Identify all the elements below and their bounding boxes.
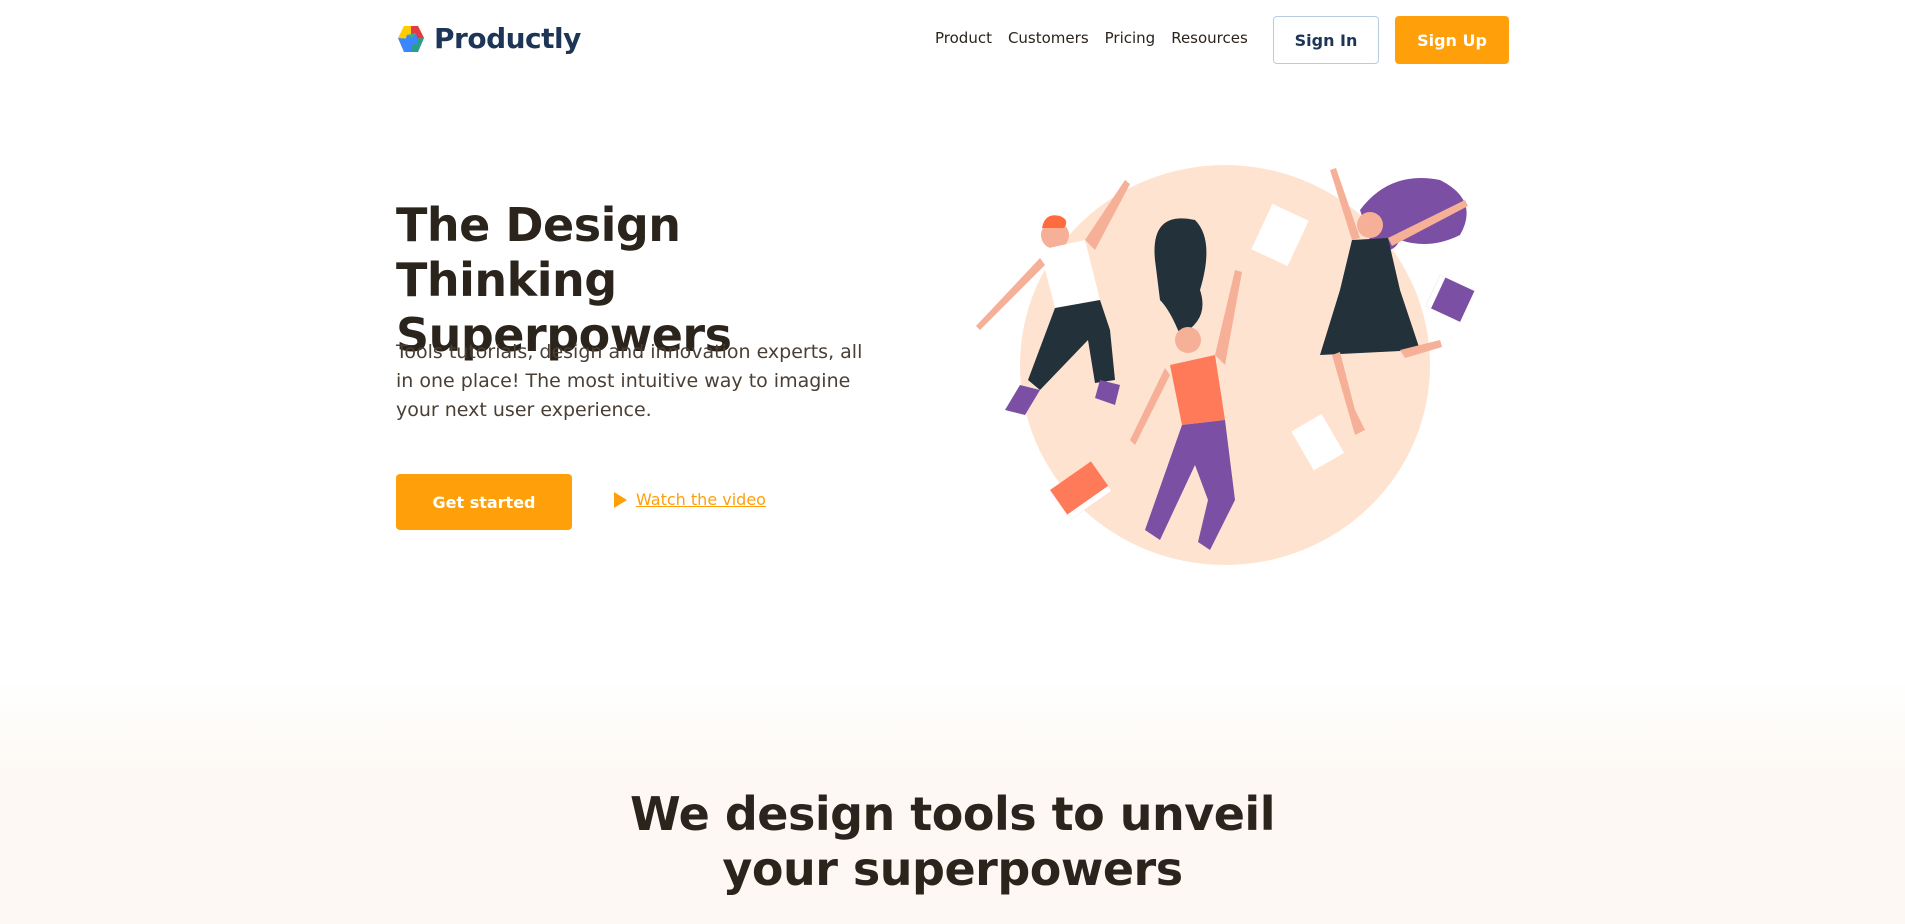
hero-title-line1: The Design Thinking	[396, 198, 681, 307]
book-icon	[1425, 275, 1475, 322]
brand-logo[interactable]: Productly	[396, 22, 581, 55]
features-title-line1: We design tools to unveil	[630, 787, 1275, 841]
site-header: Productly Product Customers Pricing Reso…	[0, 0, 1905, 80]
sign-in-button[interactable]: Sign In	[1273, 16, 1379, 64]
sign-up-button[interactable]: Sign Up	[1395, 16, 1509, 64]
play-icon	[614, 491, 627, 508]
hero-illustration	[976, 165, 1475, 565]
brand-name: Productly	[434, 22, 581, 55]
nav-item-customers[interactable]: Customers	[1008, 29, 1089, 47]
nav-item-resources[interactable]: Resources	[1171, 29, 1248, 47]
get-started-button[interactable]: Get started	[396, 474, 572, 530]
productly-logo-icon	[398, 25, 424, 52]
watch-video-link[interactable]: Watch the video	[612, 490, 766, 509]
watch-video-label: Watch the video	[636, 490, 766, 509]
nav-item-pricing[interactable]: Pricing	[1105, 29, 1156, 47]
hero-description: Tools tutorials, design and innovation e…	[396, 341, 863, 421]
main-nav: Product Customers Pricing Resources	[935, 29, 1248, 47]
nav-item-product[interactable]: Product	[935, 29, 992, 47]
features-title-line2: your superpowers	[722, 842, 1183, 896]
features-title: We design tools to unveil your superpowe…	[0, 787, 1905, 897]
